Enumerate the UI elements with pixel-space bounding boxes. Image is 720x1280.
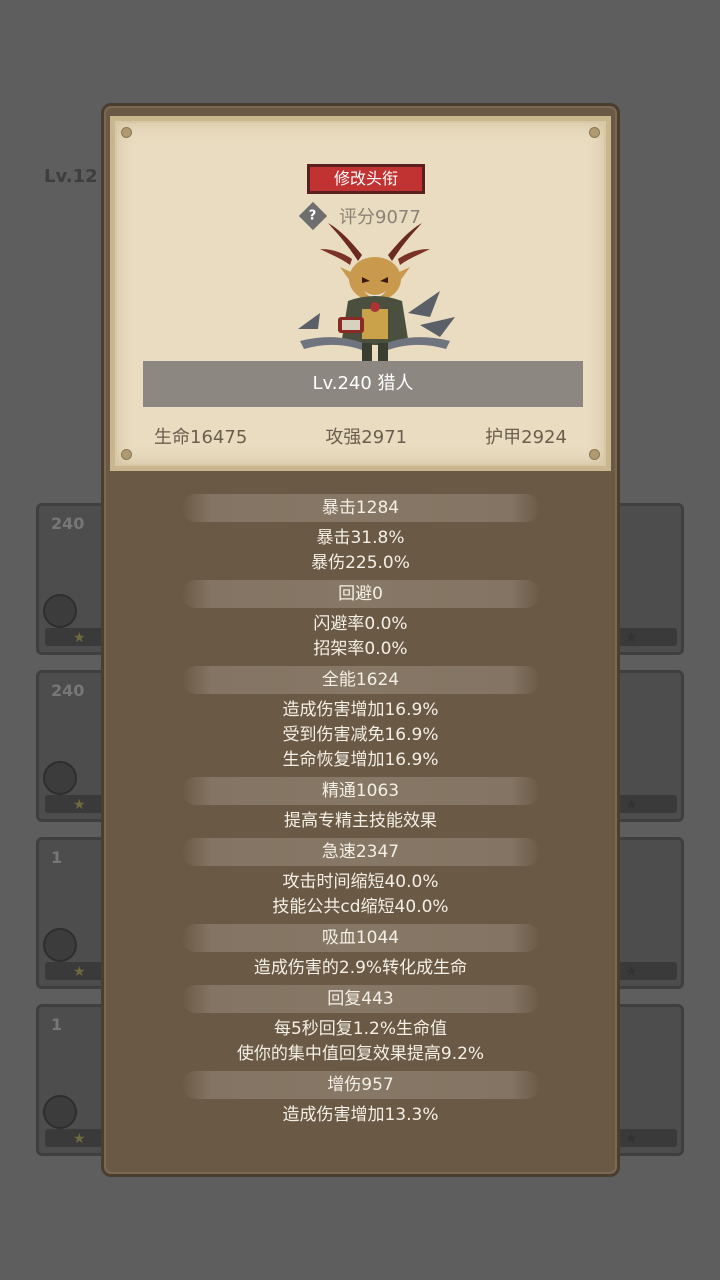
stat-detail-line: 使你的集中值回复效果提高9.2% [236, 1044, 485, 1064]
card-level: 240 [51, 681, 85, 700]
stat-detail-line: 招架率0.0% [313, 639, 408, 659]
basic-stats-row: 生命16475 攻强2971 护甲2924 [115, 423, 606, 449]
stat-detail-line: 每5秒回复1.2%生命值 [273, 1019, 447, 1039]
stat-section-header: 精通1063 [181, 777, 540, 805]
stat-detail-line: 造成伤害的2.9%转化成生命 [253, 958, 468, 978]
hp-stat: 生命16475 [154, 427, 248, 448]
hero-card[interactable]: ★ [612, 670, 684, 822]
stat-section-header: 急速2347 [181, 838, 540, 866]
star-icon: ★ [625, 964, 638, 980]
stat-section-header: 全能1624 [181, 666, 540, 694]
hero-name-bar: Lv.240 猎人 [143, 361, 583, 407]
stat-detail-line: 生命恢复增加16.9% [282, 750, 439, 770]
star-icon: ★ [73, 797, 86, 813]
stat-detail-line: 闪避率0.0% [313, 614, 408, 634]
card-level: 1 [51, 1015, 63, 1034]
star-icon: ★ [73, 1131, 86, 1147]
hero-card[interactable]: ★ [612, 837, 684, 989]
change-title-button[interactable]: 修改头衔 [307, 164, 425, 194]
stat-detail-line: 造成伤害增加16.9% [282, 700, 439, 720]
class-orb-icon [43, 928, 77, 962]
hero-card[interactable]: ★ [612, 1004, 684, 1156]
card-level: 1 [51, 848, 63, 867]
player-level-label: Lv.12 [44, 166, 98, 187]
stat-detail-line: 暴伤225.0% [311, 553, 410, 573]
star-icon: ★ [73, 964, 86, 980]
stat-detail-line: 暴击31.8% [316, 528, 405, 548]
star-icon: ★ [73, 630, 86, 646]
class-orb-icon [43, 1095, 77, 1129]
stat-section-header: 增伤957 [181, 1071, 540, 1099]
stat-section-header: 回复443 [181, 985, 540, 1013]
star-icon: ★ [625, 630, 638, 646]
class-orb-icon [43, 594, 77, 628]
star-icon: ★ [625, 1131, 638, 1147]
card-level: 240 [51, 514, 85, 533]
stat-detail-line: 攻击时间缩短40.0% [282, 872, 439, 892]
stat-detail-line: 提高专精主技能效果 [284, 811, 437, 831]
hunter-hero-portrait [298, 223, 455, 363]
rivet-icon [589, 127, 600, 138]
rivet-icon [589, 449, 600, 460]
stat-detail-line: 技能公共cd缩短40.0% [272, 897, 449, 917]
armor-stat: 护甲2924 [485, 427, 567, 448]
stat-section-header: 吸血1044 [181, 924, 540, 952]
stat-section-header: 回避0 [181, 580, 540, 608]
hero-card[interactable]: ★ [612, 503, 684, 655]
secondary-stats-list: 暴击1284 暴击31.8% 暴伤225.0% 回避0 闪避率0.0% 招架率0.0% 全能… [104, 494, 617, 1132]
rivet-icon [121, 127, 132, 138]
hero-info-panel: 修改头衔 ? 评分9077 Lv.240 猎人 生命16475 攻强2971 护… [110, 116, 611, 471]
stat-detail-line: 造成伤害增加13.3% [282, 1105, 439, 1125]
star-icon: ★ [625, 797, 638, 813]
attack-power-stat: 攻强2971 [325, 427, 408, 448]
rivet-icon [121, 449, 132, 460]
stat-detail-line: 受到伤害减免16.9% [282, 725, 439, 745]
stat-section-header: 暴击1284 [181, 494, 540, 522]
class-orb-icon [43, 761, 77, 795]
hero-detail-dialog: 修改头衔 ? 评分9077 Lv.240 猎人 生命16475 攻强2971 护… [101, 103, 620, 1177]
